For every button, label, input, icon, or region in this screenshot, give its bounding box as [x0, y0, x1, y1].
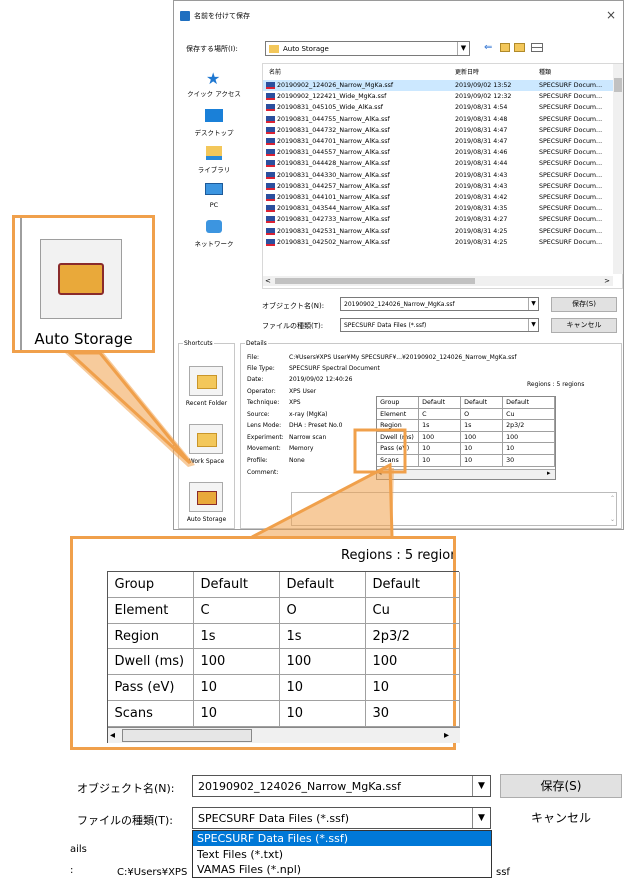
- zoom-table-cell: Region: [108, 623, 194, 650]
- option-ssf[interactable]: SPECSURF Data Files (*.ssf): [193, 831, 491, 846]
- zoom-table-cell: Element: [108, 597, 194, 624]
- zoom-table-cell: 100: [280, 649, 366, 676]
- panel-edge: [20, 218, 22, 350]
- zoom-table-cell: 100: [366, 649, 460, 676]
- zoom-object-name-input[interactable]: 20190902_124026_Narrow_MgKa.ssf ▼: [192, 775, 491, 797]
- zoom-object-name-value: 20190902_124026_Narrow_MgKa.ssf: [198, 780, 401, 793]
- zoom-auto-storage: Auto Storage: [12, 215, 155, 353]
- zoom-table-cell: C: [194, 597, 280, 624]
- zoom-table-cell: 10: [280, 675, 366, 701]
- file-type-dropdown-list: SPECSURF Data Files (*.ssf) Text Files (…: [192, 830, 492, 878]
- zoom-table-cell: 10: [194, 701, 280, 727]
- zoom-table-cell: 10: [194, 675, 280, 701]
- zoom-regions-table: Regions : 5 regions Group Default Default D…: [70, 536, 460, 750]
- auto-storage-folder-icon: [58, 263, 104, 295]
- behind-details-text: ails: [70, 844, 87, 855]
- zoom-table-cell: 100: [194, 649, 280, 676]
- connector-left-outline: [66, 351, 192, 465]
- zoom-save-button[interactable]: 保存(S): [500, 774, 622, 798]
- zoom-table-cell: Scans: [108, 701, 194, 727]
- zoom-file-type-value: SPECSURF Data Files (*.ssf): [198, 812, 350, 825]
- auto-storage-zoom-button[interactable]: [40, 239, 122, 319]
- zoom-table-cell: Cu: [366, 597, 460, 624]
- zoom-table-cell: 10: [280, 701, 366, 727]
- behind-colon: :: [70, 865, 74, 876]
- auto-storage-zoom-label: Auto Storage: [34, 330, 133, 348]
- zoom-source-highlight: [353, 428, 407, 474]
- zoom-object-name-label: オブジェクト名(N):: [77, 782, 175, 795]
- zoom-table-cell: Default: [366, 572, 460, 598]
- zoom-table-cell: Pass (eV): [108, 675, 194, 701]
- zoom-table-cell: Dwell (ms): [108, 649, 194, 676]
- zoom-table-cell: Default: [194, 572, 280, 598]
- zoom-cancel-button[interactable]: キャンセル: [500, 806, 622, 830]
- option-txt[interactable]: Text Files (*.txt): [193, 847, 491, 862]
- zoom-table-cell: 30: [366, 701, 460, 727]
- zoom-table-cell: Group: [108, 572, 194, 598]
- behind-path: C:¥Users¥XPS: [117, 867, 188, 878]
- zoom-table: Group Default Default Default Element C O Cu Reg…: [107, 571, 460, 743]
- zoom-table-cell: 1s: [194, 623, 280, 650]
- chevron-down-icon[interactable]: ▼: [472, 776, 490, 796]
- zoom-scroll-thumb[interactable]: [122, 729, 252, 742]
- chevron-down-icon[interactable]: ▼: [472, 808, 490, 828]
- zoom-regions-label: Regions : 5 regions: [341, 548, 453, 563]
- zoom-table-cell: 2p3/2: [366, 623, 460, 650]
- zoom-file-type: オブジェクト名(N): 20190902_124026_Narrow_MgKa.…: [70, 762, 624, 881]
- behind-ssf: ssf: [496, 867, 510, 878]
- zoom-table-grid: Group Default Default Default Element C O Cu Reg…: [108, 572, 460, 727]
- scroll-left-icon[interactable]: ◂: [110, 730, 115, 741]
- zoom-file-type-select[interactable]: SPECSURF Data Files (*.ssf) ▼: [192, 807, 491, 829]
- scroll-right-icon[interactable]: ▸: [444, 730, 449, 741]
- zoom-table-cell: Default: [280, 572, 366, 598]
- zoom-table-cell: 1s: [280, 623, 366, 650]
- zoom-table-cell: 10: [366, 675, 460, 701]
- option-npl[interactable]: VAMAS Files (*.npl): [193, 862, 491, 877]
- zoom-table-cell: O: [280, 597, 366, 624]
- zoom-table-hscrollbar[interactable]: ◂ ▸: [108, 727, 460, 743]
- zoom-file-type-label: ファイルの種類(T):: [77, 814, 174, 827]
